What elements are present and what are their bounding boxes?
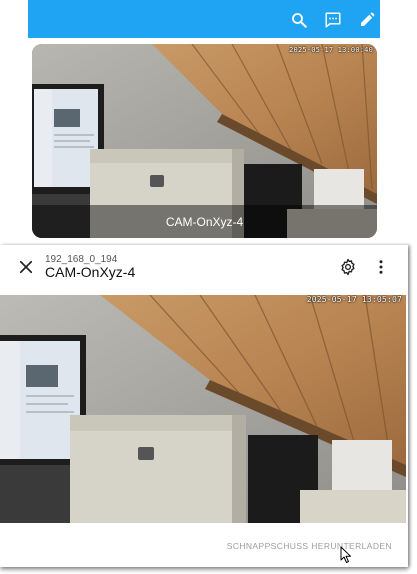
- dialog-title: CAM-OnXyz-4: [45, 264, 136, 280]
- camera-card[interactable]: 2025-05-17 13:00:40 CAM-OnXyz-4: [32, 44, 377, 238]
- more-vert-icon[interactable]: [372, 258, 390, 276]
- camera-card-caption: CAM-OnXyz-4: [32, 205, 377, 238]
- close-icon[interactable]: [17, 258, 35, 276]
- mouse-cursor-icon: [340, 546, 351, 563]
- download-snapshot-button[interactable]: SCHNAPPSCHUSS HERUNTERLADEN: [227, 541, 392, 551]
- camera-stream: 2025-05-17 13:05:07: [0, 295, 406, 523]
- card-timestamp: 2025-05-17 13:00:40: [289, 46, 373, 54]
- stream-timestamp: 2025-05-17 13:05:07: [306, 295, 402, 304]
- dialog-header: 192_168_0_194 CAM-OnXyz-4: [0, 245, 408, 295]
- edit-icon[interactable]: [358, 11, 376, 29]
- gear-icon[interactable]: [339, 258, 357, 276]
- search-icon[interactable]: [290, 11, 308, 29]
- app-bar: [28, 0, 380, 38]
- camera-stream-image: [0, 295, 406, 523]
- camera-dialog: 192_168_0_194 CAM-OnXyz-4 2025-05-17 13:…: [0, 245, 408, 567]
- message-icon[interactable]: [324, 11, 342, 29]
